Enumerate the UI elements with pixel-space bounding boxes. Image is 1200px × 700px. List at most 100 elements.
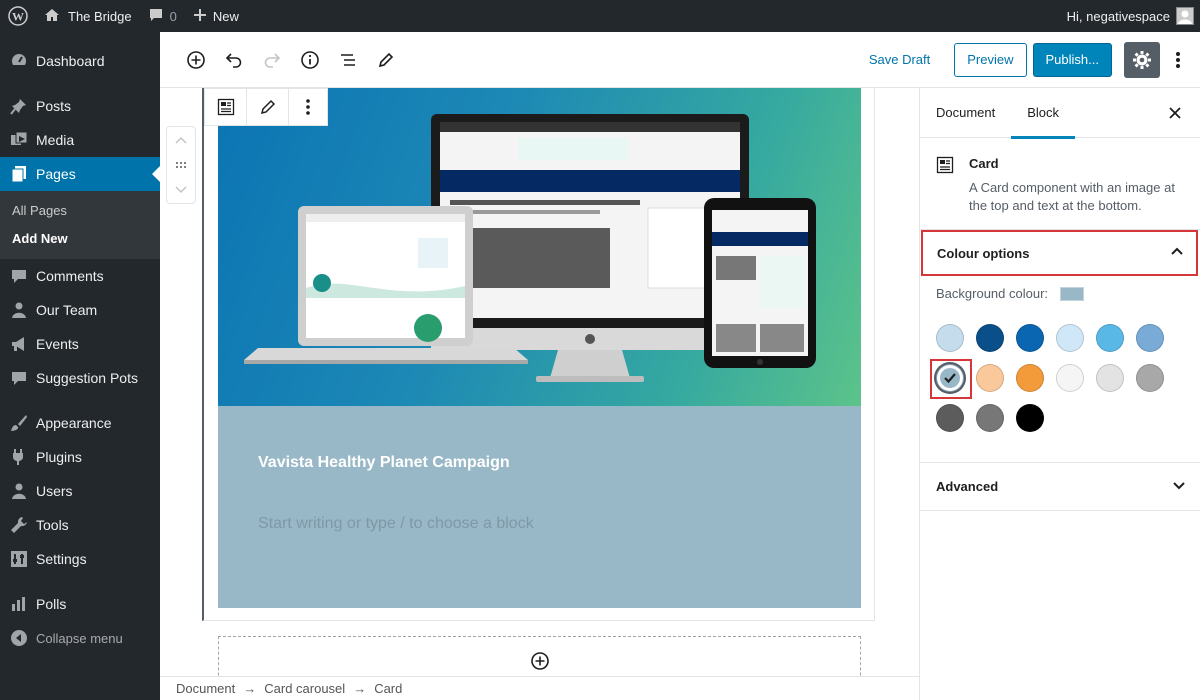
advanced-panel-toggle[interactable]: Advanced [920, 463, 1200, 511]
breadcrumb-document[interactable]: Document [176, 681, 235, 696]
editor-canvas: Vavista Healthy Planet Campaign Start wr… [160, 88, 919, 676]
gear-icon [1133, 50, 1151, 69]
account-menu[interactable]: Hi, negativespace [1059, 0, 1200, 32]
colour-swatch[interactable] [976, 324, 1004, 352]
submenu-all-pages[interactable]: All Pages [0, 197, 160, 225]
save-draft-button[interactable]: Save Draft [869, 52, 930, 67]
devices-mockup-image [244, 114, 816, 382]
block-edit-button[interactable] [247, 89, 289, 125]
block-mover [166, 126, 196, 204]
breadcrumb-arrow-icon: → [243, 681, 257, 696]
colour-swatch[interactable] [1016, 404, 1044, 432]
megaphone-icon [9, 334, 29, 354]
sidebar-item-label: Posts [36, 98, 72, 114]
new-content-link[interactable]: New [185, 0, 247, 32]
block-description: A Card component with an image at the to… [969, 180, 1175, 213]
sidebar-item-our-team[interactable]: Our Team [0, 293, 160, 327]
submenu-add-new[interactable]: Add New [0, 225, 160, 253]
chevron-down-icon[interactable] [175, 181, 187, 199]
close-settings-button[interactable] [1166, 104, 1184, 122]
block-placeholder-text[interactable]: Start writing or type / to choose a bloc… [258, 515, 534, 533]
breadcrumb-card[interactable]: Card [374, 681, 402, 696]
info-icon [301, 50, 319, 69]
more-menu-button[interactable] [1166, 42, 1190, 78]
colour-swatch[interactable] [936, 404, 964, 432]
vertical-ellipsis-icon [306, 99, 310, 115]
colour-swatch[interactable] [1016, 364, 1044, 392]
colour-palette [936, 324, 1186, 432]
sidebar-item-label: Appearance [36, 415, 112, 431]
colour-swatch[interactable] [1136, 324, 1164, 352]
colour-swatch[interactable] [976, 404, 1004, 432]
sidebar-item-label: Media [36, 132, 75, 148]
card-content-area[interactable]: Vavista Healthy Planet Campaign Start wr… [218, 406, 861, 608]
preview-button[interactable]: Preview [954, 42, 1027, 77]
publish-button[interactable]: Publish... [1032, 42, 1112, 77]
colour-swatch[interactable] [1016, 324, 1044, 352]
undo-icon [225, 52, 242, 68]
sidebar-item-tools[interactable]: Tools [0, 508, 160, 542]
sidebar-item-plugins[interactable]: Plugins [0, 440, 160, 474]
pages-submenu: All Pages Add New [0, 191, 160, 259]
sidebar-item-suggestion-pots[interactable]: Suggestion Pots [0, 361, 160, 395]
colour-swatch[interactable] [1136, 364, 1164, 392]
sidebar-item-pages[interactable]: Pages [0, 157, 160, 191]
card-title[interactable]: Vavista Healthy Planet Campaign [258, 454, 510, 472]
block-navigation-button[interactable] [330, 42, 366, 78]
colour-swatch[interactable] [1096, 324, 1124, 352]
block-appender[interactable] [218, 636, 861, 676]
site-name: The Bridge [68, 8, 132, 24]
sidebar-item-polls[interactable]: Polls [0, 587, 160, 621]
breadcrumb: Document → Card carousel → Card [160, 676, 920, 700]
sidebar-item-comments[interactable]: Comments [0, 259, 160, 293]
redo-button[interactable] [254, 42, 290, 78]
block-type-button[interactable] [205, 89, 247, 125]
tab-block[interactable]: Block [1011, 88, 1075, 139]
sidebar-item-users[interactable]: Users [0, 474, 160, 508]
pencil-icon [260, 99, 275, 115]
sidebar-item-settings[interactable]: Settings [0, 542, 160, 576]
sidebar-item-label: Our Team [36, 302, 98, 318]
chevron-up-icon[interactable] [175, 131, 187, 149]
sidebar-item-label: Settings [36, 551, 87, 567]
sidebar-item-label: Dashboard [36, 53, 105, 69]
colour-swatch[interactable] [936, 324, 964, 352]
admin-bar: W The Bridge 0 New Hi, negativespace [0, 0, 1200, 32]
pin-icon [9, 96, 29, 116]
settings-toggle-button[interactable] [1124, 41, 1160, 78]
sidebar-item-appearance[interactable]: Appearance [0, 406, 160, 440]
edit-mode-button[interactable] [368, 42, 404, 78]
card-image[interactable] [218, 88, 861, 406]
colour-swatch[interactable] [1056, 364, 1084, 392]
breadcrumb-card-carousel[interactable]: Card carousel [264, 681, 345, 696]
sidebar-item-media[interactable]: Media [0, 123, 160, 157]
drag-handle-icon[interactable] [175, 156, 187, 174]
collapse-menu-button[interactable]: Collapse menu [0, 621, 160, 655]
add-block-button[interactable] [178, 42, 214, 78]
vertical-ellipsis-icon [1176, 51, 1180, 68]
colour-options-label: Colour options [937, 245, 1030, 261]
site-name-link[interactable]: The Bridge [36, 0, 140, 32]
block-more-options-button[interactable] [289, 89, 327, 125]
plus-circle-icon [530, 652, 549, 670]
sidebar-item-label: Plugins [36, 449, 82, 465]
settings-tabs: Document Block [920, 88, 1200, 139]
colour-swatch[interactable] [1096, 364, 1124, 392]
colour-swatch[interactable] [976, 364, 1004, 392]
current-colour-indicator [1060, 286, 1085, 301]
undo-button[interactable] [216, 42, 252, 78]
breadcrumb-arrow-icon: → [353, 681, 367, 696]
colour-options-toggle[interactable]: Colour options [921, 230, 1198, 276]
comments-link[interactable]: 0 [140, 0, 185, 32]
content-info-button[interactable] [292, 42, 328, 78]
tab-document[interactable]: Document [920, 88, 1011, 138]
sidebar-item-events[interactable]: Events [0, 327, 160, 361]
wordpress-logo-icon[interactable]: W [0, 0, 36, 32]
chevron-down-icon [1172, 479, 1186, 496]
sidebar-item-label: Suggestion Pots [36, 370, 138, 386]
card-block-icon [936, 156, 959, 211]
sidebar-item-posts[interactable]: Posts [0, 89, 160, 123]
colour-swatch[interactable] [1056, 324, 1084, 352]
sidebar-item-dashboard[interactable]: Dashboard [0, 44, 160, 78]
sidebar-item-label: Tools [36, 517, 69, 533]
